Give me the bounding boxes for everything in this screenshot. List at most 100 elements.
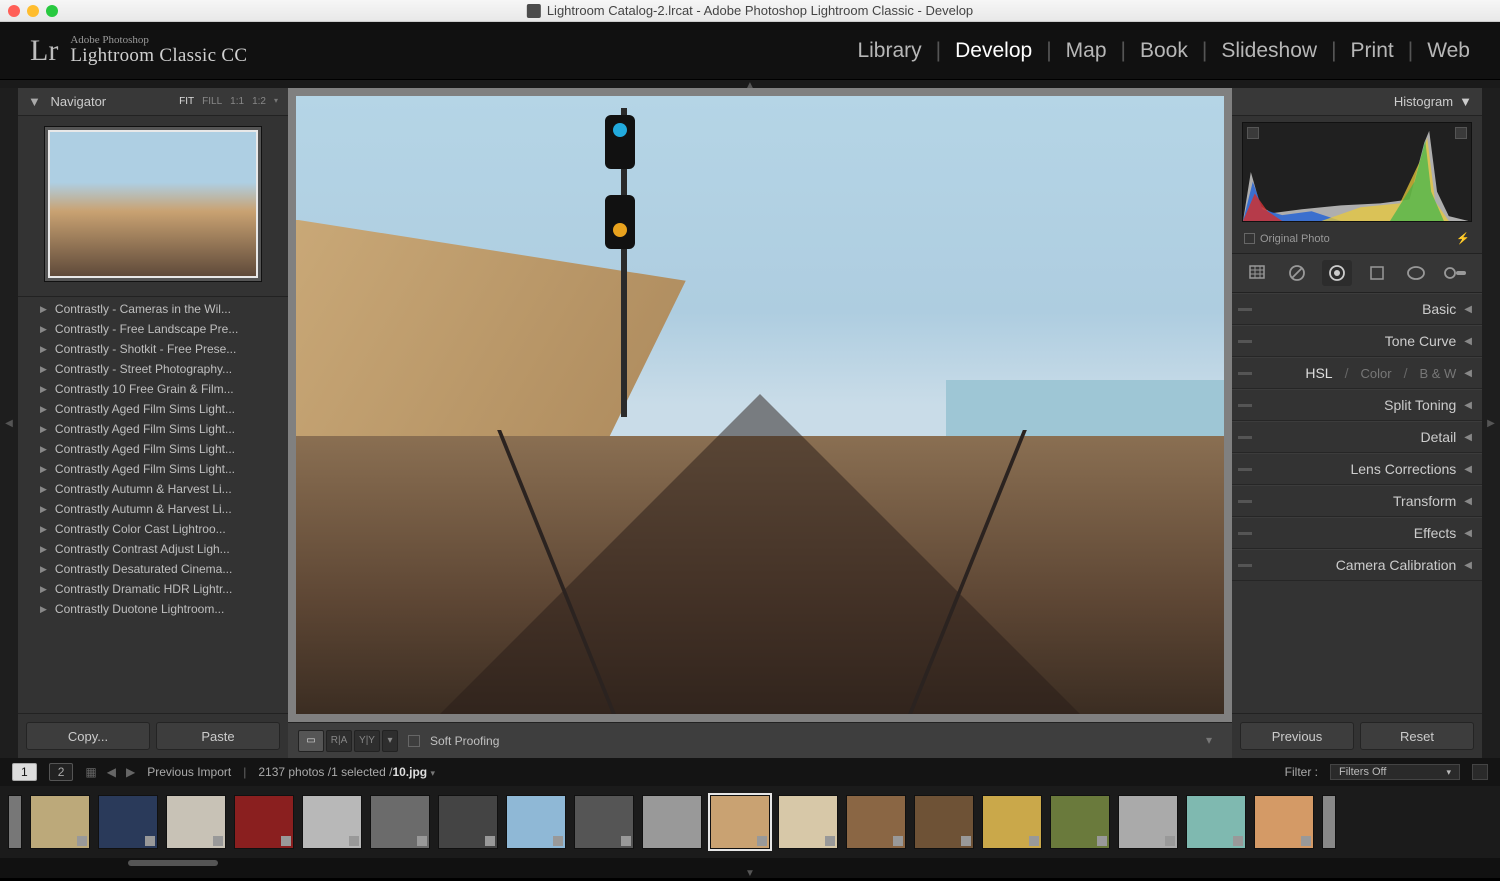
preset-folder[interactable]: ▶Contrastly Aged Film Sims Light...	[18, 439, 288, 459]
filmstrip-thumb[interactable]	[642, 795, 702, 849]
minimize-window-button[interactable]	[27, 5, 39, 17]
preset-folder[interactable]: ▶Contrastly - Cameras in the Wil...	[18, 299, 288, 319]
back-icon[interactable]: ◀	[107, 765, 116, 779]
filmstrip-thumb[interactable]	[370, 795, 430, 849]
filmstrip-thumb[interactable]	[234, 795, 294, 849]
filmstrip[interactable]	[0, 786, 1500, 858]
redeye-tool[interactable]	[1322, 260, 1352, 286]
scrollbar-thumb[interactable]	[128, 860, 218, 866]
zoom-fill[interactable]: FILL	[202, 96, 222, 107]
split-toning-panel-header[interactable]: Split Toning◀	[1232, 389, 1482, 421]
detail-panel-header[interactable]: Detail◀	[1232, 421, 1482, 453]
zoom-ratio[interactable]: 1:2	[252, 96, 266, 107]
close-window-button[interactable]	[8, 5, 20, 17]
preset-folder[interactable]: ▶Contrastly Duotone Lightroom...	[18, 599, 288, 619]
panel-switch[interactable]	[1238, 404, 1252, 407]
navigator-thumbnail[interactable]	[44, 126, 262, 282]
filmstrip-thumb[interactable]	[166, 795, 226, 849]
grid-icon[interactable]: ▦	[85, 765, 96, 779]
main-window-button[interactable]: 1	[12, 763, 37, 781]
color-label[interactable]: Color	[1360, 366, 1391, 381]
spot-removal-tool[interactable]	[1282, 260, 1312, 286]
camera-calibration-panel-header[interactable]: Camera Calibration◀	[1232, 549, 1482, 581]
adjustment-brush-tool[interactable]	[1441, 260, 1471, 286]
preset-folder[interactable]: ▶Contrastly - Free Landscape Pre...	[18, 319, 288, 339]
panel-switch[interactable]	[1238, 436, 1252, 439]
preset-folder[interactable]: ▶Contrastly 10 Free Grain & Film...	[18, 379, 288, 399]
hsl-panel-header[interactable]: HSL/ Color/ B & W ◀	[1232, 357, 1482, 389]
module-tab-map[interactable]: Map	[1066, 39, 1107, 63]
preset-folder[interactable]: ▶Contrastly Desaturated Cinema...	[18, 559, 288, 579]
loupe-view-button[interactable]: ▭	[298, 730, 324, 752]
bottom-panel-collapse-arrow[interactable]: ▼	[0, 868, 1500, 878]
panel-switch[interactable]	[1238, 500, 1252, 503]
preset-folder[interactable]: ▶Contrastly Autumn & Harvest Li...	[18, 479, 288, 499]
top-panel-collapse-arrow[interactable]: ▲	[0, 80, 1500, 88]
preset-folder[interactable]: ▶Contrastly Color Cast Lightroo...	[18, 519, 288, 539]
hsl-label[interactable]: HSL	[1305, 365, 1332, 381]
panel-switch[interactable]	[1238, 372, 1252, 375]
paste-settings-button[interactable]: Paste	[156, 722, 280, 750]
filmstrip-thumb[interactable]	[302, 795, 362, 849]
loupe-image[interactable]	[296, 96, 1224, 714]
filmstrip-thumb[interactable]	[8, 795, 22, 849]
filmstrip-thumb[interactable]	[710, 795, 770, 849]
before-after-yy-button[interactable]: Y|Y	[354, 730, 380, 752]
zoom-1to1[interactable]: 1:1	[230, 96, 244, 107]
filmstrip-scrollbar[interactable]	[0, 858, 1500, 868]
filmstrip-thumb[interactable]	[1254, 795, 1314, 849]
second-window-button[interactable]: 2	[49, 763, 74, 781]
zoom-dropdown-icon[interactable]: ▾	[274, 96, 278, 107]
filmstrip-thumb[interactable]	[1186, 795, 1246, 849]
module-tab-print[interactable]: Print	[1351, 39, 1394, 63]
soft-proofing-checkbox[interactable]	[408, 735, 420, 747]
filmstrip-thumb[interactable]	[1322, 795, 1336, 849]
left-panel-collapse[interactable]: ◀	[0, 88, 18, 758]
panel-switch[interactable]	[1238, 564, 1252, 567]
panel-switch[interactable]	[1238, 532, 1252, 535]
source-label[interactable]: Previous Import	[147, 765, 231, 779]
preset-folder[interactable]: ▶Contrastly Dramatic HDR Lightr...	[18, 579, 288, 599]
forward-icon[interactable]: ▶	[126, 765, 135, 779]
panel-switch[interactable]	[1238, 468, 1252, 471]
preset-folder[interactable]: ▶Contrastly Contrast Adjust Ligh...	[18, 539, 288, 559]
preset-folder[interactable]: ▶Contrastly Aged Film Sims Light...	[18, 419, 288, 439]
tone-curve-panel-header[interactable]: Tone Curve◀	[1232, 325, 1482, 357]
filmstrip-thumb[interactable]	[1118, 795, 1178, 849]
filter-lock-button[interactable]	[1472, 764, 1488, 780]
preset-folder[interactable]: ▶Contrastly - Street Photography...	[18, 359, 288, 379]
before-after-dropdown[interactable]: ▾	[382, 730, 398, 752]
preset-folder[interactable]: ▶Contrastly Autumn & Harvest Li...	[18, 499, 288, 519]
preset-folder[interactable]: ▶Contrastly - Shotkit - Free Prese...	[18, 339, 288, 359]
reset-button[interactable]: Reset	[1360, 722, 1474, 750]
before-after-ra-button[interactable]: R|A	[326, 730, 352, 752]
radial-filter-tool[interactable]	[1401, 260, 1431, 286]
filmstrip-thumb[interactable]	[982, 795, 1042, 849]
copy-settings-button[interactable]: Copy...	[26, 722, 150, 750]
zoom-window-button[interactable]	[46, 5, 58, 17]
original-photo-wrap[interactable]: Original Photo	[1244, 233, 1330, 245]
preset-folder[interactable]: ▶Contrastly Aged Film Sims Light...	[18, 399, 288, 419]
filmstrip-thumb[interactable]	[914, 795, 974, 849]
toolbar-options-dropdown[interactable]: ▾	[1206, 733, 1222, 749]
module-tab-library[interactable]: Library	[857, 39, 921, 63]
filmstrip-thumb[interactable]	[98, 795, 158, 849]
filmstrip-thumb[interactable]	[574, 795, 634, 849]
filmstrip-thumb[interactable]	[30, 795, 90, 849]
panel-switch[interactable]	[1238, 308, 1252, 311]
filmstrip-thumb[interactable]	[506, 795, 566, 849]
filmstrip-thumb[interactable]	[846, 795, 906, 849]
filmstrip-thumb[interactable]	[778, 795, 838, 849]
crop-tool[interactable]	[1243, 260, 1273, 286]
module-tab-web[interactable]: Web	[1427, 39, 1470, 63]
filter-preset-select[interactable]: Filters Off▾	[1330, 764, 1460, 780]
filmstrip-thumb[interactable]	[1050, 795, 1110, 849]
transform-panel-header[interactable]: Transform◀	[1232, 485, 1482, 517]
right-panel-collapse[interactable]: ▶	[1482, 88, 1500, 758]
lens-corrections-panel-header[interactable]: Lens Corrections◀	[1232, 453, 1482, 485]
module-tab-book[interactable]: Book	[1140, 39, 1188, 63]
module-tab-develop[interactable]: Develop	[955, 39, 1032, 63]
module-tab-slideshow[interactable]: Slideshow	[1221, 39, 1317, 63]
graduated-filter-tool[interactable]	[1362, 260, 1392, 286]
basic-panel-header[interactable]: Basic◀	[1232, 293, 1482, 325]
